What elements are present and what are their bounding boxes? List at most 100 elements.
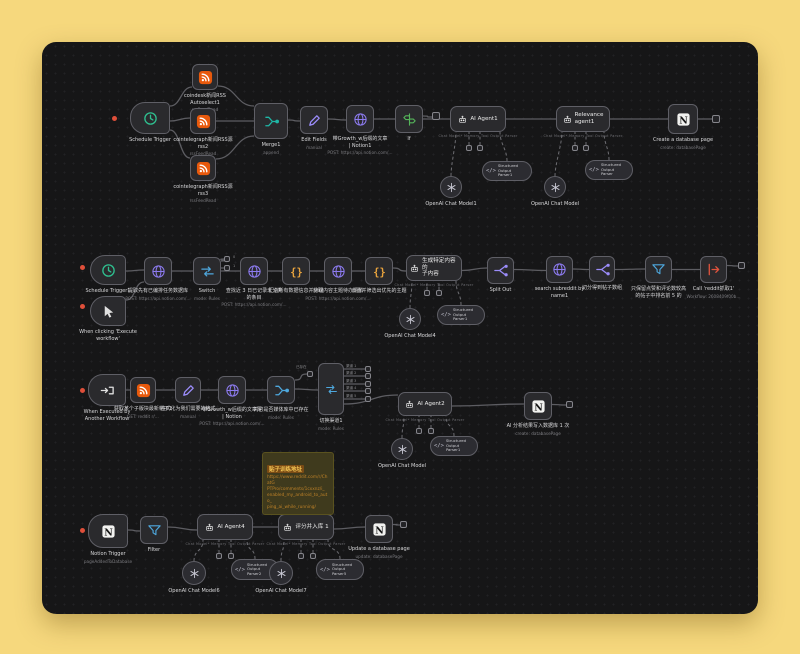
connector-stub[interactable] bbox=[416, 428, 422, 434]
openai-chat-model-node[interactable] bbox=[544, 176, 566, 198]
rss-feed-node[interactable] bbox=[190, 108, 216, 134]
reddit-posts-node[interactable] bbox=[130, 377, 156, 403]
output-stub[interactable] bbox=[712, 115, 720, 123]
connector-stub[interactable] bbox=[216, 553, 222, 559]
connector-stub[interactable] bbox=[424, 290, 430, 296]
openai-chat-model-node[interactable] bbox=[399, 308, 421, 330]
rss-feed-node[interactable] bbox=[192, 64, 218, 90]
edit-fields-node[interactable] bbox=[175, 377, 201, 403]
filter-node[interactable] bbox=[140, 516, 168, 544]
connection bbox=[170, 87, 192, 106]
connector-stub[interactable] bbox=[428, 428, 434, 434]
connector-stub[interactable] bbox=[310, 553, 316, 559]
filter-node[interactable] bbox=[645, 256, 672, 283]
openai-icon bbox=[405, 314, 416, 325]
output-stub[interactable] bbox=[566, 401, 573, 408]
sticky-note-link[interactable]: enabled_my_android_to_auto_ bbox=[267, 493, 329, 505]
output-stub[interactable] bbox=[365, 388, 371, 394]
output-stub[interactable] bbox=[365, 366, 371, 372]
sticky-note-link[interactable]: https://www.reddit.com/r/ChatG bbox=[267, 475, 329, 487]
http-request-node[interactable] bbox=[144, 257, 172, 285]
svg-text:N: N bbox=[679, 115, 688, 126]
output-stub[interactable] bbox=[738, 262, 745, 269]
connection bbox=[128, 530, 140, 531]
switch-node[interactable] bbox=[193, 257, 221, 285]
edit-fields-node[interactable] bbox=[300, 106, 328, 134]
connector-stub[interactable] bbox=[477, 145, 483, 151]
connector-stub[interactable] bbox=[298, 553, 304, 559]
ai-agent-node[interactable]: AI Agent4 bbox=[197, 514, 253, 540]
http-request-node[interactable] bbox=[324, 257, 352, 285]
output-stub[interactable] bbox=[307, 371, 313, 377]
split-out-node[interactable] bbox=[487, 257, 514, 284]
connection bbox=[334, 527, 365, 529]
structured-output-parser-node[interactable]: </>Structured Output Parser bbox=[585, 160, 633, 180]
notion-node[interactable]: N bbox=[668, 104, 698, 134]
channel-switch-node[interactable] bbox=[318, 363, 344, 415]
http-request-node[interactable] bbox=[240, 257, 268, 285]
structured-output-parser-node[interactable]: </>Structured Output Parser5 bbox=[316, 559, 364, 580]
workflow-canvas[interactable]: Schedule Triggercoindesk新闻RSS Autoselect… bbox=[42, 42, 758, 614]
notion-node[interactable]: N bbox=[365, 515, 393, 543]
output-stub[interactable] bbox=[365, 396, 371, 402]
connection bbox=[552, 405, 566, 406]
connector-stub[interactable] bbox=[436, 290, 442, 296]
node-sublabel: GET: reddit r/… bbox=[88, 414, 198, 419]
openai-chat-model-node[interactable] bbox=[440, 176, 462, 198]
connection bbox=[514, 270, 546, 271]
sticky-note-link[interactable]: ping_ai_while_running/ bbox=[267, 505, 329, 511]
output-stub[interactable] bbox=[224, 256, 230, 262]
schedule-trigger[interactable] bbox=[130, 102, 170, 134]
openai-chat-model-node[interactable] bbox=[269, 561, 293, 585]
node-sublabel: mode: Rules bbox=[226, 415, 336, 420]
http-request-node[interactable] bbox=[346, 105, 374, 133]
connection bbox=[247, 540, 255, 559]
merge-node[interactable] bbox=[254, 103, 288, 139]
manual-trigger[interactable] bbox=[90, 296, 126, 326]
structured-output-parser-node[interactable]: </>Structured Output Parser1 bbox=[437, 305, 485, 325]
code-node[interactable]: {} bbox=[282, 257, 310, 285]
structured-output-parser-node[interactable]: </>Structured Output Parser1 bbox=[482, 161, 532, 181]
schedule-trigger[interactable] bbox=[90, 255, 126, 285]
ai-agent-node[interactable]: AI Agent1 bbox=[450, 106, 506, 132]
rss-feed-node[interactable] bbox=[190, 155, 216, 181]
code-node[interactable]: {} bbox=[365, 257, 393, 285]
split-out-node[interactable] bbox=[589, 256, 615, 282]
connector-stub[interactable] bbox=[583, 145, 589, 151]
merge-blue-icon bbox=[274, 383, 289, 398]
connection bbox=[126, 282, 144, 300]
ai-agent-node[interactable]: 生成特定内容的 子内容 bbox=[406, 255, 462, 281]
dedupe-check-node[interactable] bbox=[267, 376, 295, 404]
output-stub[interactable] bbox=[432, 112, 440, 120]
structured-output-parser-node[interactable]: </>Structured Output Parser1 bbox=[430, 436, 478, 456]
ai-agent-node[interactable]: Relevance agent1 bbox=[556, 106, 610, 132]
output-stub[interactable] bbox=[400, 521, 407, 528]
openai-icon bbox=[397, 444, 408, 455]
node-label: OpenAI Chat Model bbox=[347, 463, 457, 470]
output-stub[interactable] bbox=[365, 381, 371, 387]
output-stub[interactable] bbox=[365, 373, 371, 379]
connector-stub[interactable] bbox=[466, 145, 472, 151]
node-label: Create a database pagecreate: databasePa… bbox=[628, 137, 738, 150]
connection bbox=[727, 266, 738, 267]
node-label: 格式化为我们需要的格式manual bbox=[133, 406, 243, 419]
ai-agent-node[interactable]: AI Agent2 bbox=[398, 392, 452, 416]
output-stub[interactable] bbox=[224, 265, 230, 271]
notion-node[interactable]: N bbox=[524, 392, 552, 420]
sticky-note[interactable]: 贴子训练地址https://www.reddit.com/r/ChatGPTPr… bbox=[262, 452, 334, 515]
connection bbox=[423, 116, 432, 117]
openai-chat-model-node[interactable] bbox=[182, 561, 206, 585]
notion-trigger[interactable]: N bbox=[88, 514, 128, 548]
ai-agent-node[interactable]: 评分并入库 1 bbox=[278, 514, 334, 540]
openai-chat-model-node[interactable] bbox=[391, 438, 413, 460]
http-request-node[interactable] bbox=[546, 256, 573, 283]
connector-stub[interactable] bbox=[572, 145, 578, 151]
clock-icon bbox=[143, 111, 158, 126]
if-node[interactable] bbox=[395, 105, 423, 133]
connection bbox=[295, 389, 318, 390]
if-icon bbox=[402, 112, 417, 127]
connector-stub[interactable] bbox=[228, 553, 234, 559]
execute-workflow-trigger[interactable] bbox=[88, 374, 126, 406]
http-request-node[interactable] bbox=[218, 376, 246, 404]
execute-workflow-node[interactable] bbox=[700, 256, 727, 283]
